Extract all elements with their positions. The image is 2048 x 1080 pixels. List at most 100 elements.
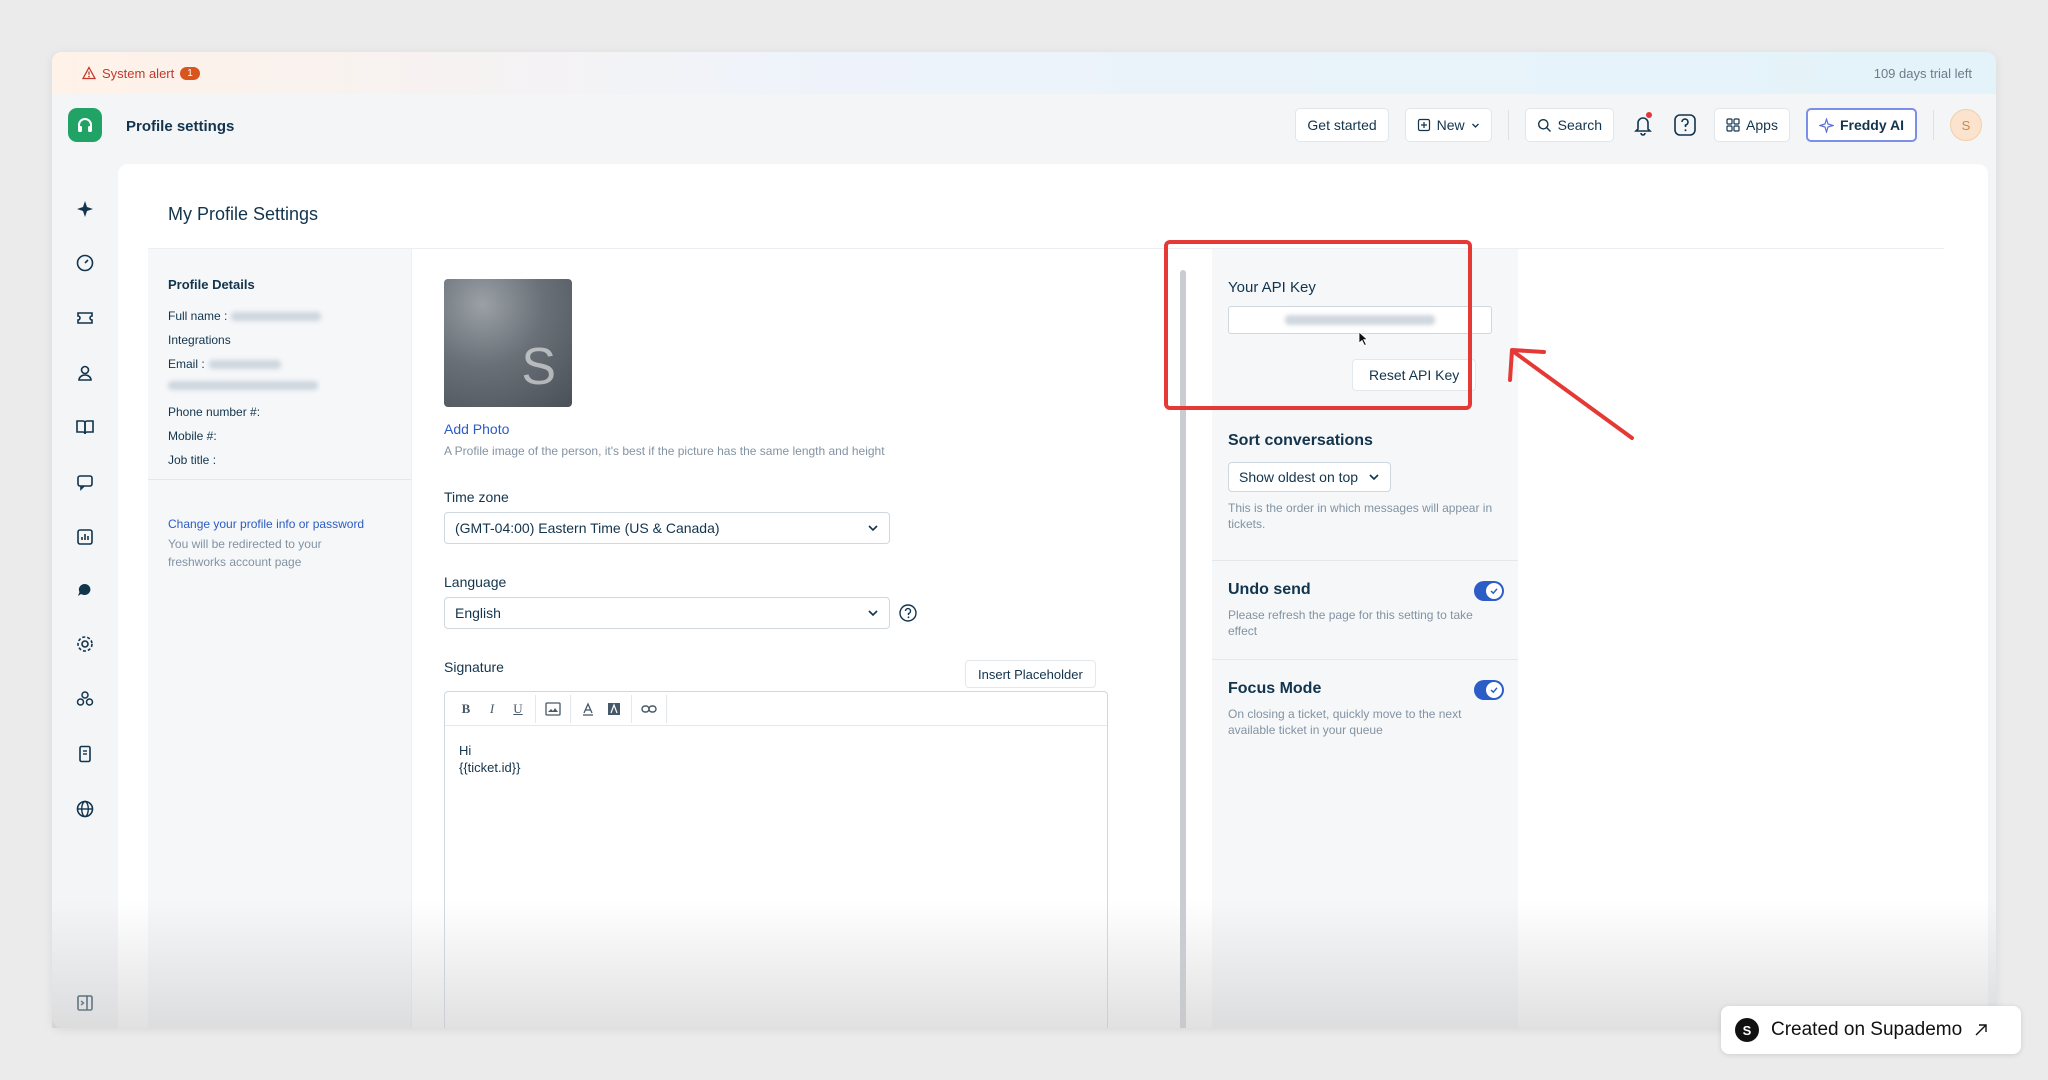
freddy-ai-label: Freddy AI: [1839, 117, 1904, 133]
nav-groups[interactable]: [72, 686, 98, 712]
photo-hint: A Profile image of the person, it's best…: [444, 444, 885, 458]
email-value-row: [168, 381, 318, 390]
sparkle-icon: [77, 201, 93, 217]
highlight-color-button[interactable]: [601, 696, 627, 722]
search-button[interactable]: Search: [1524, 108, 1615, 142]
nav-portal[interactable]: [72, 796, 98, 822]
left-sidebar: [52, 162, 118, 1028]
italic-button[interactable]: I: [479, 696, 505, 722]
undo-send-description: Please refresh the page for this setting…: [1228, 608, 1473, 638]
underline-button[interactable]: U: [505, 696, 531, 722]
api-key-value-redacted: [1285, 315, 1435, 325]
full-name-value-redacted: [231, 311, 322, 321]
language-value: English: [455, 605, 501, 621]
change-profile-link[interactable]: Change your profile info or password: [168, 517, 364, 531]
email-value-redacted-2: [168, 381, 318, 390]
timezone-select[interactable]: (GMT-04:00) Eastern Time (US & Canada): [444, 512, 890, 544]
sparkle-icon: [1818, 117, 1834, 133]
nav-knowledge-base[interactable]: [72, 414, 98, 440]
headset-icon: [78, 118, 92, 132]
undo-send-card: Undo send Please refresh the page for th…: [1212, 581, 1518, 639]
help-button[interactable]: [1672, 110, 1698, 140]
nav-admin-settings[interactable]: [72, 631, 98, 657]
profile-form: S Add Photo A Profile image of the perso…: [432, 249, 1132, 1028]
dashboard-gauge-icon: [76, 254, 94, 272]
system-alert-bar: System alert 1 109 days trial left: [52, 52, 1996, 94]
language-select[interactable]: English: [444, 597, 890, 629]
background-color-icon: [608, 702, 620, 715]
external-link-arrow-icon: [1975, 1024, 1987, 1036]
pointer-arrow-annotation: [1508, 348, 1634, 440]
chat-icon: [78, 583, 91, 596]
nav-tickets[interactable]: [72, 305, 98, 331]
image-icon: [545, 701, 561, 716]
job-title-label: Job title :: [168, 453, 217, 467]
insert-image-button[interactable]: [540, 696, 566, 722]
ticket-icon: [77, 312, 93, 324]
nav-collapse[interactable]: [72, 990, 98, 1016]
toolbar-divider: [666, 694, 667, 723]
profile-details-divider: [148, 479, 411, 480]
profile-details-panel: Profile Details Full name : Integrations…: [148, 249, 412, 1028]
api-key-field[interactable]: [1228, 306, 1492, 334]
supademo-logo: S: [1735, 1018, 1759, 1042]
focus-mode-toggle[interactable]: [1474, 680, 1504, 700]
nav-billing[interactable]: [72, 741, 98, 767]
toolbar-divider: [535, 694, 536, 723]
nav-conversations[interactable]: [72, 469, 98, 495]
toggle-knob: [1486, 682, 1502, 698]
redirect-note: You will be redirected to your freshwork…: [168, 537, 322, 569]
notifications-button[interactable]: [1630, 110, 1656, 140]
insert-placeholder-button[interactable]: Insert Placeholder: [965, 660, 1096, 688]
font-color-button[interactable]: [575, 696, 601, 722]
reset-api-key-button[interactable]: Reset API Key: [1352, 359, 1477, 391]
language-label: Language: [444, 574, 507, 590]
mouse-cursor-icon: [1358, 331, 1369, 347]
editor-toolbar: B I U: [445, 692, 1107, 726]
nav-contacts[interactable]: [72, 360, 98, 386]
check-icon: [1490, 588, 1498, 595]
new-button[interactable]: New: [1404, 108, 1492, 142]
signature-editor[interactable]: B I U Hi {{ticket.id}}: [444, 691, 1108, 1028]
supademo-label: Created on Supademo: [1771, 1019, 1963, 1040]
signature-content[interactable]: Hi {{ticket.id}}: [445, 726, 1107, 792]
form-scrollbar[interactable]: [1180, 270, 1186, 1028]
app-logo[interactable]: [68, 108, 102, 142]
contact-icon: [78, 365, 92, 381]
signature-line-1: Hi: [459, 743, 472, 758]
chevron-down-icon: [868, 525, 878, 532]
search-label: Search: [1557, 117, 1603, 133]
get-started-button[interactable]: Get started: [1295, 108, 1389, 142]
header-divider-2: [1933, 110, 1934, 140]
help-circle-icon[interactable]: [898, 603, 918, 623]
email-value-redacted: [208, 359, 281, 369]
profile-photo[interactable]: S: [444, 279, 572, 407]
full-name-row: Full name :: [168, 309, 322, 323]
bar-chart-icon: [77, 529, 93, 545]
signature-label: Signature: [444, 659, 504, 675]
chevron-down-icon: [1369, 474, 1379, 481]
toggle-knob: [1486, 583, 1502, 599]
add-photo-link[interactable]: Add Photo: [444, 421, 509, 437]
nav-chat[interactable]: [72, 577, 98, 603]
sort-order-select[interactable]: Show oldest on top: [1228, 462, 1392, 492]
mobile-label: Mobile #:: [168, 429, 217, 443]
nav-reports[interactable]: [72, 524, 98, 550]
nav-freddy[interactable]: [72, 196, 98, 222]
nav-dashboard[interactable]: [72, 250, 98, 276]
toolbar-divider: [631, 694, 632, 723]
apps-button[interactable]: Apps: [1714, 108, 1790, 142]
warning-icon: [82, 66, 96, 80]
bold-button[interactable]: B: [453, 696, 479, 722]
content-heading: My Profile Settings: [168, 204, 319, 224]
supademo-badge[interactable]: S Created on Supademo: [1721, 1006, 2021, 1054]
settings-content: My Profile Settings Profile Details Full…: [118, 164, 1988, 1028]
top-header: Profile settings Get started New Search: [52, 94, 1996, 162]
user-avatar[interactable]: S: [1950, 109, 1982, 141]
card-divider: [1212, 659, 1518, 660]
insert-link-button[interactable]: [636, 696, 662, 722]
globe-icon: [76, 800, 94, 818]
undo-send-toggle[interactable]: [1474, 581, 1504, 601]
system-alert-button[interactable]: System alert 1: [82, 66, 200, 81]
freddy-ai-button[interactable]: Freddy AI: [1805, 108, 1917, 142]
